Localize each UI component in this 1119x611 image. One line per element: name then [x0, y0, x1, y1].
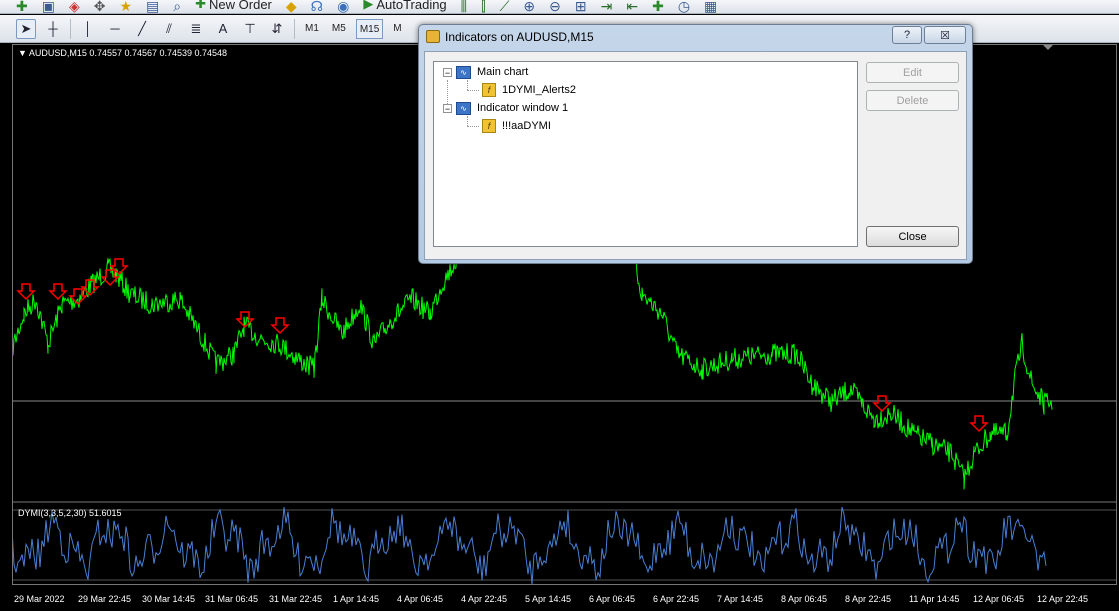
close-button[interactable]: Close	[866, 226, 959, 247]
new-order-icon: ✚	[195, 0, 207, 11]
time-tick: 4 Apr 06:45	[397, 594, 444, 604]
time-tick: 30 Mar 14:45	[142, 594, 196, 604]
tree-item-aadymi[interactable]: f !!!aaDYMI	[482, 118, 551, 134]
time-tick: 8 Apr 06:45	[781, 594, 828, 604]
timeframe-m1[interactable]: M1	[302, 19, 322, 39]
favorites-icon[interactable]: ★	[119, 0, 132, 13]
time-tick: 5 Apr 14:45	[525, 594, 572, 604]
dialog-title: Indicators on AUDUSD,M15	[445, 30, 594, 44]
indicator-tree[interactable]: − ∿ Main chart f 1DYMI_Alerts2 − ∿ Indic…	[433, 61, 858, 247]
chart-symbol-line: ▼ AUDUSD,M15 0.74557 0.74567 0.74539 0.7…	[18, 48, 228, 58]
cursor-icon[interactable]: ➤	[16, 18, 36, 39]
line-chart-icon[interactable]: ⟋	[500, 0, 510, 13]
templates-icon[interactable]: ▦	[704, 0, 717, 13]
fibonacci-icon[interactable]: ≣	[186, 19, 206, 39]
time-tick: 12 Apr 22:45	[1037, 594, 1089, 604]
delete-button[interactable]: Delete	[866, 90, 959, 111]
trendline-icon[interactable]: ╱	[132, 19, 152, 39]
chart-menu-icon[interactable]: ▼	[18, 48, 29, 58]
tree-connector	[467, 126, 479, 127]
time-tick: 8 Apr 22:45	[845, 594, 892, 604]
time-tick: 29 Mar 2022	[14, 594, 65, 604]
indicators-icon[interactable]: ✚	[652, 0, 664, 13]
chart-window-icon: ∿	[456, 101, 471, 115]
horizontal-line-icon[interactable]: ─	[105, 19, 125, 39]
arrows-tool-icon[interactable]: ⇵	[267, 19, 287, 39]
dialog-body: − ∿ Main chart f 1DYMI_Alerts2 − ∿ Indic…	[424, 51, 967, 260]
chart-shift-icon[interactable]: ⇤	[626, 0, 638, 13]
time-tick: 1 Apr 14:45	[333, 594, 380, 604]
tree-item-indicator-window-1[interactable]: − ∿ Indicator window 1	[443, 100, 568, 116]
tree-item-label: 1DYMI_Alerts2	[502, 84, 576, 96]
equidistant-channel-icon[interactable]: ⫽	[159, 19, 179, 39]
metaeditor-icon[interactable]: ◆	[286, 0, 297, 13]
time-tick: 31 Mar 22:45	[269, 594, 323, 604]
signals-icon[interactable]: ☊	[311, 0, 323, 13]
indicators-dialog: Indicators on AUDUSD,M15 ? ☒ − ∿ Main ch…	[418, 24, 973, 264]
tile-windows-icon[interactable]: ⊞	[575, 0, 587, 13]
new-order-button[interactable]: ✚ New Order	[195, 0, 272, 12]
chart-window-icon: ∿	[456, 65, 471, 79]
tree-item-label: Indicator window 1	[477, 102, 569, 114]
zoom-in-icon[interactable]: ⊕	[523, 0, 535, 13]
candlestick-icon[interactable]: ⫿	[481, 0, 485, 13]
vertical-line-icon[interactable]: │	[78, 19, 98, 39]
zoom-out-icon[interactable]: ⊖	[549, 0, 561, 13]
tree-connector	[467, 116, 468, 126]
collapse-icon[interactable]: −	[443, 103, 452, 113]
time-tick: 7 Apr 14:45	[717, 594, 764, 604]
tree-connector	[467, 90, 479, 91]
toolbar-divider	[70, 18, 71, 39]
main-toolbar: ✚ ▣ ◈ ✥ ★ ▤ ⌕ ✚ New Order ◆ ☊ ◉ ▶ AutoTr…	[0, 0, 1119, 14]
new-chart-icon[interactable]: ✚	[16, 0, 28, 13]
close-window-button[interactable]: ☒	[924, 26, 966, 44]
help-button[interactable]: ?	[892, 26, 922, 44]
auto-scroll-icon[interactable]: ⇥	[601, 0, 613, 13]
periods-icon[interactable]: ◷	[678, 0, 690, 13]
time-tick: 29 Mar 22:45	[78, 594, 132, 604]
autotrading-button[interactable]: ▶ AutoTrading	[363, 0, 446, 12]
indicator-list-icon	[426, 30, 440, 43]
market-icon[interactable]: ◉	[337, 0, 349, 13]
tree-item-label: !!!aaDYMI	[502, 120, 551, 132]
tree-item-main-chart[interactable]: − ∿ Main chart	[443, 64, 528, 80]
terminal-icon[interactable]: ▤	[146, 0, 159, 13]
timeframe-m30[interactable]: M	[390, 19, 404, 39]
bar-chart-icon[interactable]: ⫼	[461, 0, 467, 13]
tree-item-label: Main chart	[477, 66, 529, 78]
edit-button[interactable]: Edit	[866, 62, 959, 83]
toolbar-divider	[294, 18, 295, 39]
custom-indicator-icon: f	[482, 83, 496, 97]
custom-indicator-icon: f	[482, 119, 496, 133]
text-tool-icon[interactable]: A	[213, 19, 233, 39]
autotrading-icon: ▶	[363, 0, 374, 11]
time-tick: 31 Mar 06:45	[205, 594, 259, 604]
time-tick: 6 Apr 22:45	[653, 594, 700, 604]
crosshair-icon[interactable]: ┼	[43, 19, 63, 39]
time-tick: 12 Apr 06:45	[973, 594, 1025, 604]
market-watch-icon[interactable]: ◈	[69, 0, 80, 13]
tree-connector	[467, 80, 468, 90]
indicator-label: DYMI(3,3,5,2,30) 51.6015	[18, 508, 122, 518]
time-tick: 6 Apr 06:45	[589, 594, 636, 604]
navigator-icon[interactable]: ✥	[94, 0, 106, 13]
time-tick: 11 Apr 14:45	[909, 594, 960, 604]
timeframe-m5[interactable]: M5	[329, 19, 349, 39]
profiles-icon[interactable]: ▣	[42, 0, 55, 13]
text-label-icon[interactable]: ⊤	[240, 19, 260, 39]
time-tick: 4 Apr 22:45	[461, 594, 508, 604]
dialog-titlebar[interactable]: Indicators on AUDUSD,M15 ? ☒	[419, 25, 972, 49]
tester-icon[interactable]: ⌕	[173, 0, 181, 13]
collapse-icon[interactable]: −	[443, 67, 452, 77]
tree-item-1dymi-alerts2[interactable]: f 1DYMI_Alerts2	[482, 82, 576, 98]
timeframe-m15[interactable]: M15	[355, 18, 384, 39]
